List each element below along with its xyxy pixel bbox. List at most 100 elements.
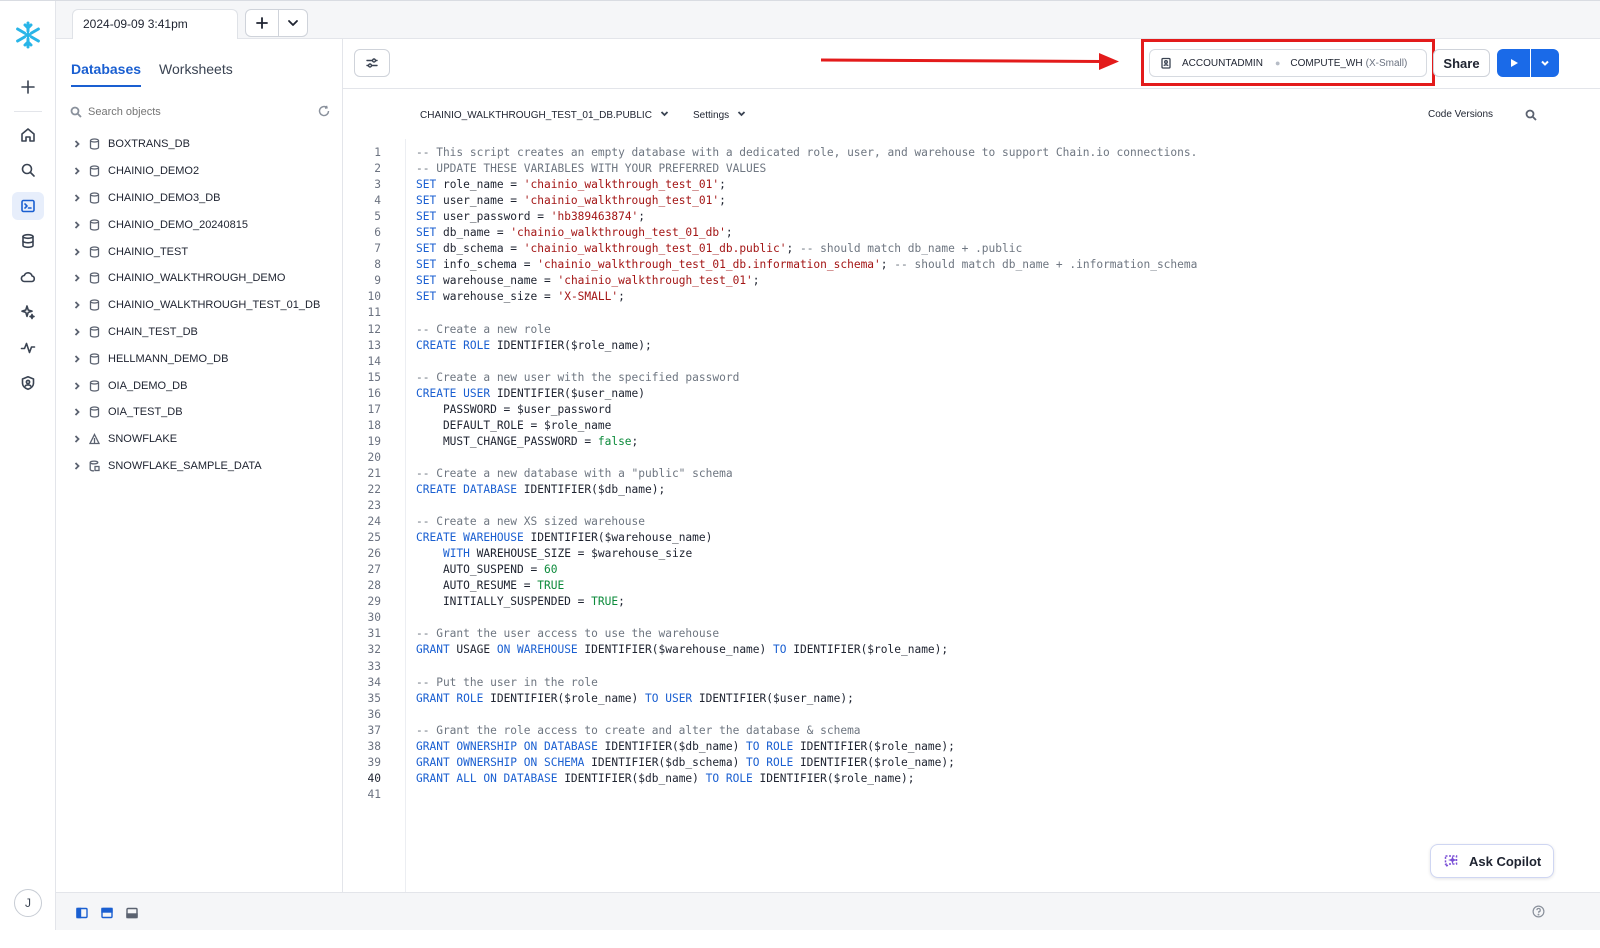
code-line[interactable]: 31 -- Grant the user access to use the wa… (343, 626, 1600, 642)
code-line[interactable]: 15 -- Create a new user with the specifie… (343, 370, 1600, 386)
code-line[interactable]: 5 SET user_password = 'hb389463874'; (343, 209, 1600, 225)
toggle-top-panel-icon[interactable] (101, 906, 113, 919)
home-icon[interactable] (12, 121, 44, 149)
tab-databases[interactable]: Databases (71, 61, 142, 87)
code-line[interactable]: 9 SET warehouse_name = 'chainio_walkthrou… (343, 273, 1600, 289)
chevron-right-icon[interactable] (70, 164, 84, 178)
cloud-icon[interactable] (12, 263, 44, 291)
search-icon[interactable] (12, 156, 44, 184)
add-icon[interactable] (12, 73, 44, 101)
user-avatar[interactable]: J (14, 889, 42, 917)
share-button[interactable]: Share (1433, 49, 1490, 77)
code-line[interactable]: 14 (343, 354, 1600, 370)
search-objects-input[interactable] (88, 106, 288, 118)
chevron-right-icon[interactable] (70, 459, 84, 473)
database-item[interactable]: BOXTRANS_DB (70, 131, 340, 158)
code-line[interactable]: 28 AUTO_RESUME = TRUE (343, 578, 1600, 594)
database-item[interactable]: CHAINIO_DEMO2 (70, 158, 340, 185)
new-worksheet-button[interactable] (245, 9, 279, 37)
database-item[interactable]: SNOWFLAKE_SAMPLE_DATA (70, 453, 340, 480)
code-line[interactable]: 23 (343, 498, 1600, 514)
code-line[interactable]: 26 WITH WAREHOUSE_SIZE = $warehouse_size (343, 546, 1600, 562)
chevron-right-icon[interactable] (70, 245, 84, 259)
chevron-right-icon[interactable] (70, 191, 84, 205)
worksheet-tab[interactable]: 2024-09-09 3:41pm (72, 9, 238, 39)
context-selector[interactable]: CHAINIO_WALKTHROUGH_TEST_01_DB.PUBLIC (420, 109, 669, 121)
database-item[interactable]: CHAINIO_DEMO_20240815 (70, 211, 340, 238)
monitoring-icon[interactable] (12, 334, 44, 362)
code-line[interactable]: 7 SET db_schema = 'chainio_walkthrough_te… (343, 241, 1600, 257)
database-item[interactable]: SNOWFLAKE (70, 426, 340, 453)
code-line[interactable]: 18 DEFAULT_ROLE = $role_name (343, 418, 1600, 434)
database-item[interactable]: HELLMANN_DEMO_DB (70, 345, 340, 372)
code-line[interactable]: 22 CREATE DATABASE IDENTIFIER($db_name); (343, 482, 1600, 498)
code-line[interactable]: 35 GRANT ROLE IDENTIFIER($role_name) TO U… (343, 691, 1600, 707)
code-line[interactable]: 17 PASSWORD = $user_password (343, 402, 1600, 418)
projects-icon[interactable] (12, 192, 44, 220)
code-line[interactable]: 4 SET user_name = 'chainio_walkthrough_te… (343, 193, 1600, 209)
code-line[interactable]: 10 SET warehouse_size = 'X-SMALL'; (343, 289, 1600, 305)
code-line[interactable]: 29 INITIALLY_SUSPENDED = TRUE; (343, 594, 1600, 610)
database-item[interactable]: CHAINIO_DEMO3_DB (70, 185, 340, 212)
code-line[interactable]: 8 SET info_schema = 'chainio_walkthrough_… (343, 257, 1600, 273)
code-line[interactable]: 11 (343, 305, 1600, 321)
database-item[interactable]: CHAINIO_TEST (70, 238, 340, 265)
chevron-right-icon[interactable] (70, 405, 84, 419)
ask-copilot-button[interactable]: Ask Copilot (1430, 844, 1554, 878)
code-line[interactable]: 13 CREATE ROLE IDENTIFIER($role_name); (343, 338, 1600, 354)
toggle-bottom-panel-icon[interactable] (126, 906, 138, 919)
code-line[interactable]: 30 (343, 610, 1600, 626)
code-line[interactable]: 12 -- Create a new role (343, 322, 1600, 338)
chevron-right-icon[interactable] (70, 432, 84, 446)
code-line[interactable]: 33 (343, 659, 1600, 675)
database-item[interactable]: OIA_DEMO_DB (70, 372, 340, 399)
sql-code-editor[interactable]: 1 -- This script creates an empty databas… (343, 145, 1600, 803)
run-options-button[interactable] (1531, 49, 1559, 77)
chevron-right-icon[interactable] (70, 379, 84, 393)
code-line[interactable]: 19 MUST_CHANGE_PASSWORD = false; (343, 434, 1600, 450)
chevron-right-icon[interactable] (70, 325, 84, 339)
code-line[interactable]: 39 GRANT OWNERSHIP ON SCHEMA IDENTIFIER($… (343, 755, 1600, 771)
code-line[interactable]: 34 -- Put the user in the role (343, 675, 1600, 691)
editor-search-icon[interactable] (1525, 108, 1537, 126)
chevron-right-icon[interactable] (70, 137, 84, 151)
code-line[interactable]: 25 CREATE WAREHOUSE IDENTIFIER($warehouse… (343, 530, 1600, 546)
run-button[interactable] (1497, 49, 1530, 77)
code-line[interactable]: 1 -- This script creates an empty databas… (343, 145, 1600, 161)
code-line[interactable]: 21 -- Create a new database with a "publi… (343, 466, 1600, 482)
refresh-icon[interactable] (318, 104, 330, 122)
code-line[interactable]: 37 -- Grant the role access to create and… (343, 723, 1600, 739)
data-icon[interactable] (12, 227, 44, 255)
code-line[interactable]: 3 SET role_name = 'chainio_walkthrough_te… (343, 177, 1600, 193)
database-item[interactable]: CHAINIO_WALKTHROUGH_TEST_01_DB (70, 292, 340, 319)
code-line[interactable]: 6 SET db_name = 'chainio_walkthrough_test… (343, 225, 1600, 241)
worksheet-menu-button[interactable] (278, 9, 308, 37)
code-line[interactable]: 40 GRANT ALL ON DATABASE IDENTIFIER($db_n… (343, 771, 1600, 787)
code-versions-button[interactable]: Code Versions (1428, 109, 1493, 120)
code-line[interactable]: 16 CREATE USER IDENTIFIER($user_name) (343, 386, 1600, 402)
code-line[interactable]: 20 (343, 450, 1600, 466)
snowflake-logo[interactable] (12, 19, 44, 51)
code-line[interactable]: 32 GRANT USAGE ON WAREHOUSE IDENTIFIER($w… (343, 642, 1600, 658)
settings-menu[interactable]: Settings (693, 109, 746, 121)
code-line[interactable]: 38 GRANT OWNERSHIP ON DATABASE IDENTIFIER… (343, 739, 1600, 755)
code-line[interactable]: 2 -- UPDATE THESE VARIABLES WITH YOUR PRE… (343, 161, 1600, 177)
chevron-right-icon[interactable] (70, 271, 84, 285)
code-line[interactable]: 36 (343, 707, 1600, 723)
ai-sparkle-icon[interactable] (12, 298, 44, 326)
code-line[interactable]: 27 AUTO_SUSPEND = 60 (343, 562, 1600, 578)
database-item[interactable]: OIA_TEST_DB (70, 399, 340, 426)
filter-toggle-button[interactable] (354, 49, 390, 77)
database-item[interactable]: CHAINIO_WALKTHROUGH_DEMO (70, 265, 340, 292)
admin-shield-icon[interactable] (12, 369, 44, 397)
code-line[interactable]: 41 (343, 787, 1600, 803)
help-icon[interactable] (1532, 905, 1546, 919)
role-warehouse-selector[interactable]: ACCOUNTADMIN ● COMPUTE_WH (X-Small) (1149, 49, 1427, 77)
chevron-right-icon[interactable] (70, 298, 84, 312)
chevron-right-icon[interactable] (70, 218, 84, 232)
toggle-left-panel-icon[interactable] (76, 906, 88, 919)
tab-worksheets[interactable]: Worksheets (159, 61, 233, 87)
database-item[interactable]: CHAIN_TEST_DB (70, 319, 340, 346)
chevron-right-icon[interactable] (70, 352, 84, 366)
code-line[interactable]: 24 -- Create a new XS sized warehouse (343, 514, 1600, 530)
